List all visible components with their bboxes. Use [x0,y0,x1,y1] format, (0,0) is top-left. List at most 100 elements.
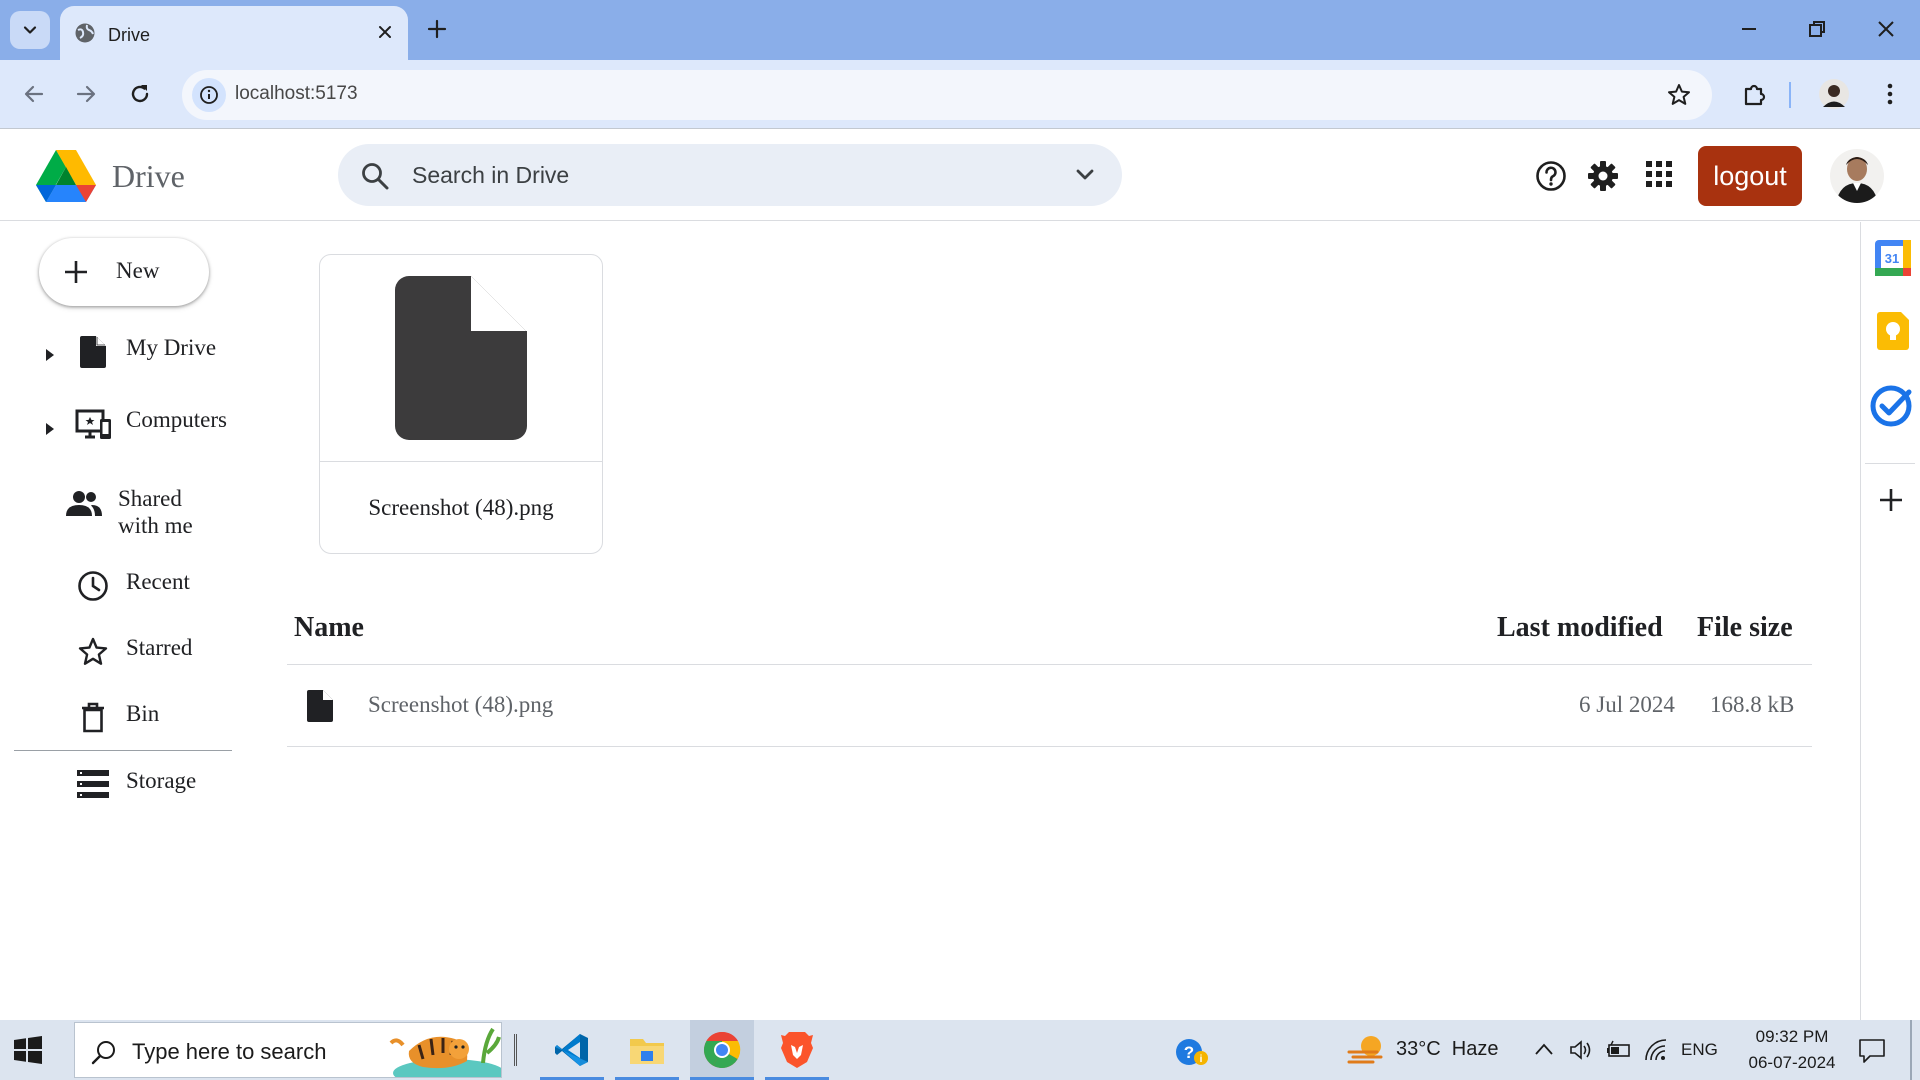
main-content: Screenshot (48).png Name Last modified F… [250,222,1860,1020]
profile-avatar[interactable] [1819,79,1849,109]
minimize-icon[interactable] [1738,18,1760,40]
sidebar-item-computers[interactable]: Computers [0,402,240,452]
drive-logo-icon[interactable] [36,150,96,202]
row-file-size: 168.8 kB [1710,692,1795,717]
new-button[interactable]: New [39,238,209,306]
chevron-down-icon [22,22,38,38]
browser-tab-drive[interactable]: Drive [60,6,408,60]
app-brand-name: Drive [112,158,185,194]
site-info-icon[interactable] [192,78,226,112]
search-input[interactable]: Search in Drive [412,162,569,189]
file-card[interactable]: Screenshot (48).png [319,254,603,554]
volume-icon[interactable] [1569,1039,1593,1061]
column-header-name[interactable]: Name [294,612,364,644]
windows-start-icon[interactable] [14,1036,42,1064]
file-preview [320,255,602,462]
extensions-puzzle-icon[interactable] [1740,80,1768,108]
file-icon [80,336,106,368]
wifi-icon[interactable] [1643,1038,1669,1062]
column-header-last-modified[interactable]: Last modified [1497,612,1663,644]
people-icon [66,490,102,518]
sidebar-item-label-line2: with me [118,513,193,538]
reload-icon[interactable] [128,82,152,106]
taskbar-search-input[interactable]: Type here to search [132,1039,326,1065]
weather-haze-icon[interactable] [1347,1034,1387,1066]
address-bar[interactable]: localhost:5173 [182,70,1712,120]
brave-lion-icon [780,1031,814,1069]
sidebar-item-label: Recent [126,569,190,594]
sidebar-item-label-line1: Shared [118,486,182,511]
keep-icon[interactable] [1877,312,1909,350]
chrome-icon [703,1031,741,1069]
sidebar-item-storage[interactable]: Storage [0,762,240,812]
file-card-name: Screenshot (48).png [368,495,554,520]
sidebar-item-label: My Drive [126,335,217,360]
taskbar-app-chrome[interactable] [690,1020,754,1080]
new-button-label: New [116,258,160,283]
sidebar-item-label: Bin [126,701,160,726]
vscode-icon [554,1032,590,1068]
search-bar[interactable]: Search in Drive [338,144,1122,206]
sidebar-item-starred[interactable]: Starred [0,630,240,680]
side-panel: 31 [1860,222,1920,1020]
trash-icon [80,702,106,734]
tiger-illustration-icon [389,1023,501,1077]
clock-icon [77,570,109,602]
url-text: localhost:5173 [235,83,358,104]
clock-time[interactable]: 09:32 PM [1744,1027,1840,1047]
sidebar-item-label: Computers [126,407,227,432]
chevron-up-icon[interactable] [1534,1042,1554,1056]
sidebar-item-label: Storage [126,768,197,793]
help-badge-icon[interactable]: ? i [1175,1038,1209,1066]
taskbar-app-file-explorer[interactable] [615,1020,679,1080]
restore-icon[interactable] [1806,18,1828,40]
calendar-day: 31 [1885,251,1899,266]
sidebar-item-label: Starred [126,635,193,660]
window-close-icon[interactable] [1875,18,1897,40]
globe-icon [74,22,96,44]
browser-tab-strip: Drive [0,0,1920,60]
row-file-name[interactable]: Screenshot (48).png [368,692,553,718]
sidebar-item-shared-with-me[interactable]: Shared with me [0,480,240,544]
sidebar-item-recent[interactable]: Recent [0,564,240,614]
more-vert-icon[interactable] [1876,80,1904,108]
battery-icon[interactable] [1605,1040,1631,1060]
taskbar-search-box[interactable]: Type here to search [74,1022,502,1078]
sidebar-item-my-drive[interactable]: My Drive [0,330,240,380]
clock-date[interactable]: 06-07-2024 [1736,1053,1848,1073]
sidebar-item-bin[interactable]: Bin [0,696,240,746]
user-avatar[interactable] [1830,149,1884,203]
settings-gear-icon[interactable] [1587,160,1619,192]
sidebar: New My Drive Computers Shared with me Re… [0,222,250,1020]
tab-search-button[interactable] [10,11,50,49]
language-indicator[interactable]: ENG [1681,1040,1718,1060]
side-panel-divider [1865,463,1915,464]
tasks-icon[interactable] [1869,384,1913,428]
notifications-icon[interactable] [1858,1038,1886,1064]
expand-caret-icon[interactable] [45,348,55,362]
taskbar-app-brave[interactable] [765,1020,829,1080]
show-desktop-button[interactable] [1910,1020,1912,1080]
logout-button[interactable]: logout [1698,146,1802,206]
table-row[interactable]: Screenshot (48).png 6 Jul 2024 168.8 kB [287,666,1812,747]
svg-text:?: ? [1184,1043,1194,1062]
expand-caret-icon[interactable] [45,422,55,436]
tab-title: Drive [108,25,151,45]
search-icon[interactable] [360,161,390,191]
help-icon[interactable] [1535,160,1567,192]
add-plus-icon[interactable] [1878,487,1904,513]
chevron-down-icon[interactable] [1074,164,1096,186]
forward-arrow-icon[interactable] [74,82,98,106]
close-icon[interactable] [376,23,394,41]
taskbar-separator [514,1034,517,1066]
back-arrow-icon[interactable] [22,82,46,106]
bookmark-star-icon[interactable] [1666,82,1692,108]
search-icon [91,1039,117,1065]
weather-text[interactable]: 33°C Haze [1396,1038,1499,1061]
column-header-file-size[interactable]: File size [1697,612,1793,644]
apps-grid-icon[interactable] [1645,160,1673,188]
taskbar-app-vscode[interactable] [540,1020,604,1080]
new-tab-plus-icon[interactable] [426,18,448,40]
sidebar-divider [14,750,232,751]
calendar-icon[interactable]: 31 [1875,240,1911,276]
